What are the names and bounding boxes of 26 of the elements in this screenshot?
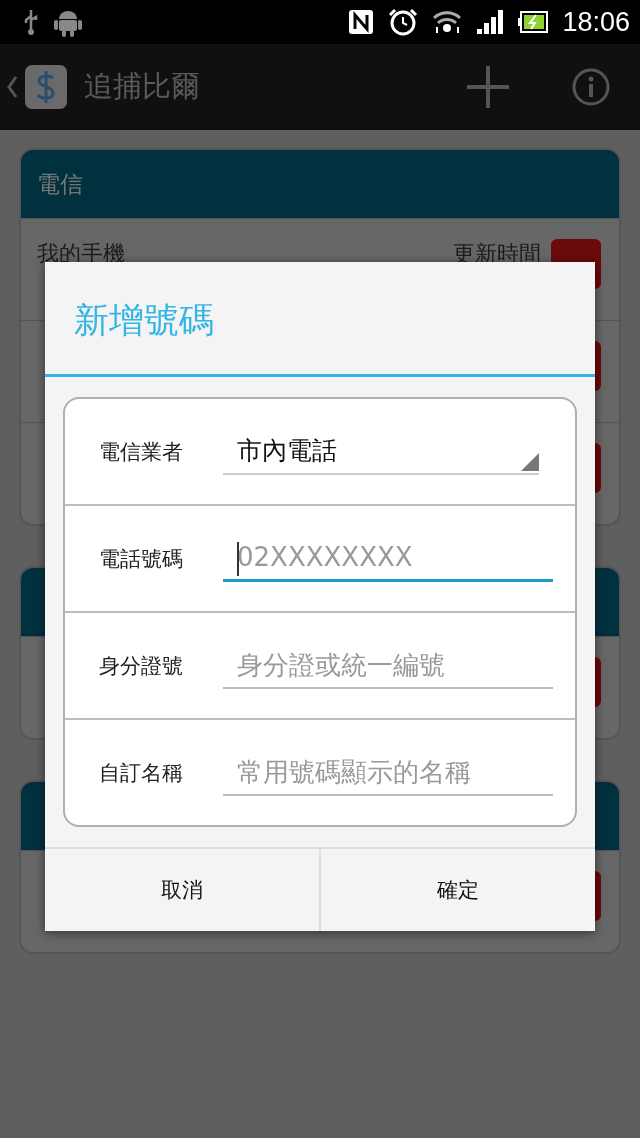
info-icon[interactable] xyxy=(572,68,610,106)
dollar-app-icon[interactable] xyxy=(24,64,68,110)
input-field[interactable]: 身分證或統一編號 xyxy=(223,642,553,689)
clock-time: 18:06 xyxy=(562,6,630,38)
dialog-button[interactable]: 取消 xyxy=(45,849,319,931)
app-title: 追捕比爾 xyxy=(84,68,200,105)
dropdown-triangle-icon xyxy=(521,452,539,471)
dialog-button[interactable]: 確定 xyxy=(319,849,595,931)
input-field[interactable]: 02XXXXXXXX xyxy=(223,535,553,582)
text-cursor xyxy=(237,541,239,576)
signal-icon xyxy=(476,9,505,35)
field-label: 自訂名稱 xyxy=(99,759,184,787)
field-label: 電信業者 xyxy=(99,438,184,466)
input-field[interactable]: 常用號碼顯示的名稱 xyxy=(223,749,553,796)
field-label: 身分證號 xyxy=(99,652,184,680)
card-title: 電信 xyxy=(37,169,83,199)
add-icon[interactable] xyxy=(466,65,510,109)
alarm-clock-icon xyxy=(388,7,419,37)
nfc-icon xyxy=(348,9,375,35)
back-caret-icon[interactable] xyxy=(6,75,18,99)
battery-icon xyxy=(518,11,549,33)
field-label: 電話號碼 xyxy=(99,545,184,573)
carrier-dropdown[interactable]: 市內電話 xyxy=(223,428,539,475)
dialog-title: 新增號碼 xyxy=(45,262,595,377)
usb-icon xyxy=(22,8,40,36)
wifi-icon xyxy=(432,9,463,35)
